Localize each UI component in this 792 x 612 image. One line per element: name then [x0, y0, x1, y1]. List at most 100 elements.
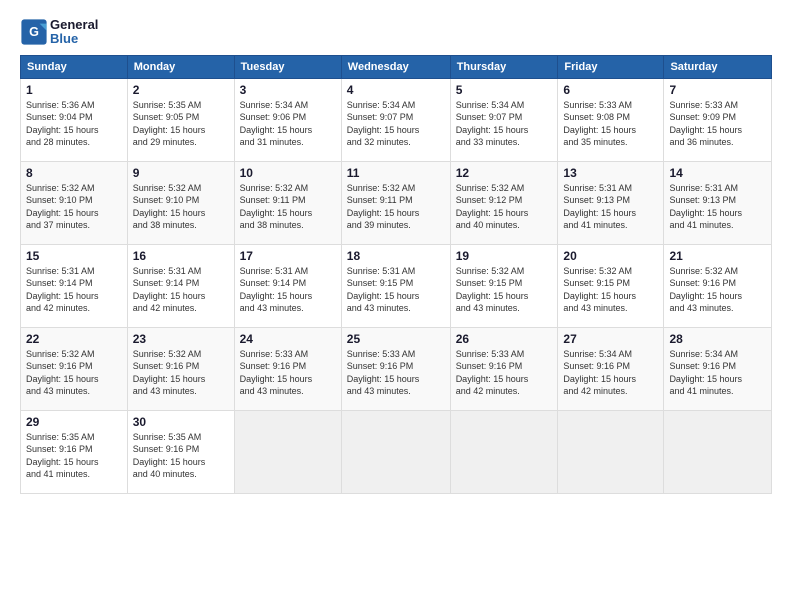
calendar-cell: 12 Sunrise: 5:32 AMSunset: 9:12 PMDayligh…: [450, 161, 558, 244]
calendar-cell: 3 Sunrise: 5:34 AMSunset: 9:06 PMDaylight…: [234, 78, 341, 161]
day-detail: Sunrise: 5:35 AMSunset: 9:16 PMDaylight:…: [133, 431, 229, 481]
day-detail: Sunrise: 5:31 AMSunset: 9:13 PMDaylight:…: [669, 182, 766, 232]
svg-text:G: G: [29, 25, 39, 39]
day-number: 26: [456, 332, 553, 346]
day-number: 13: [563, 166, 658, 180]
calendar-cell: 15Sunrise: 5:31 AMSunset: 9:14 PMDayligh…: [21, 244, 128, 327]
logo-text: General Blue: [50, 18, 98, 47]
calendar-cell: 5 Sunrise: 5:34 AMSunset: 9:07 PMDaylight…: [450, 78, 558, 161]
calendar-cell: 26 Sunrise: 5:33 AMSunset: 9:16 PMDayligh…: [450, 327, 558, 410]
logo-line1: General: [50, 18, 98, 32]
calendar-cell: 16 Sunrise: 5:31 AMSunset: 9:14 PMDayligh…: [127, 244, 234, 327]
day-number: 19: [456, 249, 553, 263]
weekday-header-row: SundayMondayTuesdayWednesdayThursdayFrid…: [21, 55, 772, 78]
day-detail: Sunrise: 5:32 AMSunset: 9:12 PMDaylight:…: [456, 182, 553, 232]
day-number: 5: [456, 83, 553, 97]
calendar-cell: 29Sunrise: 5:35 AMSunset: 9:16 PMDayligh…: [21, 410, 128, 493]
day-number: 12: [456, 166, 553, 180]
day-detail: Sunrise: 5:35 AMSunset: 9:16 PMDaylight:…: [26, 431, 122, 481]
calendar-cell: 14 Sunrise: 5:31 AMSunset: 9:13 PMDayligh…: [664, 161, 772, 244]
calendar-cell: 27 Sunrise: 5:34 AMSunset: 9:16 PMDayligh…: [558, 327, 664, 410]
day-number: 27: [563, 332, 658, 346]
day-number: 24: [240, 332, 336, 346]
day-detail: Sunrise: 5:32 AMSunset: 9:15 PMDaylight:…: [563, 265, 658, 315]
day-detail: Sunrise: 5:33 AMSunset: 9:08 PMDaylight:…: [563, 99, 658, 149]
weekday-header-wednesday: Wednesday: [341, 55, 450, 78]
day-detail: Sunrise: 5:31 AMSunset: 9:14 PMDaylight:…: [133, 265, 229, 315]
day-number: 9: [133, 166, 229, 180]
day-detail: Sunrise: 5:31 AMSunset: 9:13 PMDaylight:…: [563, 182, 658, 232]
weekday-header-thursday: Thursday: [450, 55, 558, 78]
day-number: 17: [240, 249, 336, 263]
calendar-cell: 22 Sunrise: 5:32 AMSunset: 9:16 PMDayligh…: [21, 327, 128, 410]
calendar-cell: 20 Sunrise: 5:32 AMSunset: 9:15 PMDayligh…: [558, 244, 664, 327]
calendar-cell: 25 Sunrise: 5:33 AMSunset: 9:16 PMDayligh…: [341, 327, 450, 410]
calendar-cell: [664, 410, 772, 493]
calendar-cell: 10 Sunrise: 5:32 AMSunset: 9:11 PMDayligh…: [234, 161, 341, 244]
weekday-header-saturday: Saturday: [664, 55, 772, 78]
day-number: 10: [240, 166, 336, 180]
calendar-cell: 8 Sunrise: 5:32 AMSunset: 9:10 PMDaylight…: [21, 161, 128, 244]
day-number: 16: [133, 249, 229, 263]
day-detail: Sunrise: 5:34 AMSunset: 9:07 PMDaylight:…: [456, 99, 553, 149]
day-detail: Sunrise: 5:34 AMSunset: 9:16 PMDaylight:…: [563, 348, 658, 398]
day-number: 8: [26, 166, 122, 180]
logo: G General Blue: [20, 18, 98, 47]
day-detail: Sunrise: 5:32 AMSunset: 9:15 PMDaylight:…: [456, 265, 553, 315]
calendar-cell: 21 Sunrise: 5:32 AMSunset: 9:16 PMDayligh…: [664, 244, 772, 327]
day-detail: Sunrise: 5:31 AMSunset: 9:14 PMDaylight:…: [240, 265, 336, 315]
header: G General Blue: [20, 18, 772, 47]
weekday-header-tuesday: Tuesday: [234, 55, 341, 78]
calendar-table: SundayMondayTuesdayWednesdayThursdayFrid…: [20, 55, 772, 494]
day-detail: Sunrise: 5:32 AMSunset: 9:11 PMDaylight:…: [240, 182, 336, 232]
day-number: 6: [563, 83, 658, 97]
calendar-page: G General Blue SundayMondayTuesdayWednes…: [0, 0, 792, 612]
day-detail: Sunrise: 5:32 AMSunset: 9:16 PMDaylight:…: [669, 265, 766, 315]
day-detail: Sunrise: 5:32 AMSunset: 9:11 PMDaylight:…: [347, 182, 445, 232]
day-detail: Sunrise: 5:33 AMSunset: 9:09 PMDaylight:…: [669, 99, 766, 149]
day-number: 15: [26, 249, 122, 263]
calendar-body: 1 Sunrise: 5:36 AMSunset: 9:04 PMDaylight…: [21, 78, 772, 493]
weekday-header-monday: Monday: [127, 55, 234, 78]
calendar-cell: 13 Sunrise: 5:31 AMSunset: 9:13 PMDayligh…: [558, 161, 664, 244]
day-detail: Sunrise: 5:35 AMSunset: 9:05 PMDaylight:…: [133, 99, 229, 149]
day-number: 1: [26, 83, 122, 97]
calendar-cell: 9 Sunrise: 5:32 AMSunset: 9:10 PMDaylight…: [127, 161, 234, 244]
day-number: 23: [133, 332, 229, 346]
day-number: 4: [347, 83, 445, 97]
day-detail: Sunrise: 5:34 AMSunset: 9:07 PMDaylight:…: [347, 99, 445, 149]
calendar-cell: 30 Sunrise: 5:35 AMSunset: 9:16 PMDayligh…: [127, 410, 234, 493]
calendar-cell: 6 Sunrise: 5:33 AMSunset: 9:08 PMDaylight…: [558, 78, 664, 161]
day-number: 30: [133, 415, 229, 429]
calendar-cell: 11 Sunrise: 5:32 AMSunset: 9:11 PMDayligh…: [341, 161, 450, 244]
day-number: 25: [347, 332, 445, 346]
calendar-cell: 28Sunrise: 5:34 AMSunset: 9:16 PMDayligh…: [664, 327, 772, 410]
day-detail: Sunrise: 5:33 AMSunset: 9:16 PMDaylight:…: [456, 348, 553, 398]
day-number: 3: [240, 83, 336, 97]
calendar-cell: [341, 410, 450, 493]
day-detail: Sunrise: 5:32 AMSunset: 9:16 PMDaylight:…: [26, 348, 122, 398]
day-detail: Sunrise: 5:36 AMSunset: 9:04 PMDaylight:…: [26, 99, 122, 149]
day-number: 22: [26, 332, 122, 346]
day-number: 7: [669, 83, 766, 97]
weekday-header-friday: Friday: [558, 55, 664, 78]
day-detail: Sunrise: 5:34 AMSunset: 9:06 PMDaylight:…: [240, 99, 336, 149]
day-detail: Sunrise: 5:32 AMSunset: 9:10 PMDaylight:…: [26, 182, 122, 232]
calendar-cell: 7 Sunrise: 5:33 AMSunset: 9:09 PMDaylight…: [664, 78, 772, 161]
weekday-header-sunday: Sunday: [21, 55, 128, 78]
calendar-cell: [234, 410, 341, 493]
day-number: 21: [669, 249, 766, 263]
calendar-cell: 4 Sunrise: 5:34 AMSunset: 9:07 PMDaylight…: [341, 78, 450, 161]
day-number: 20: [563, 249, 658, 263]
day-detail: Sunrise: 5:33 AMSunset: 9:16 PMDaylight:…: [347, 348, 445, 398]
calendar-cell: 17 Sunrise: 5:31 AMSunset: 9:14 PMDayligh…: [234, 244, 341, 327]
day-number: 14: [669, 166, 766, 180]
day-number: 11: [347, 166, 445, 180]
calendar-cell: [450, 410, 558, 493]
day-detail: Sunrise: 5:33 AMSunset: 9:16 PMDaylight:…: [240, 348, 336, 398]
logo-icon: G: [20, 18, 48, 46]
day-detail: Sunrise: 5:32 AMSunset: 9:16 PMDaylight:…: [133, 348, 229, 398]
day-detail: Sunrise: 5:31 AMSunset: 9:15 PMDaylight:…: [347, 265, 445, 315]
logo-line2: Blue: [50, 32, 98, 46]
day-detail: Sunrise: 5:32 AMSunset: 9:10 PMDaylight:…: [133, 182, 229, 232]
